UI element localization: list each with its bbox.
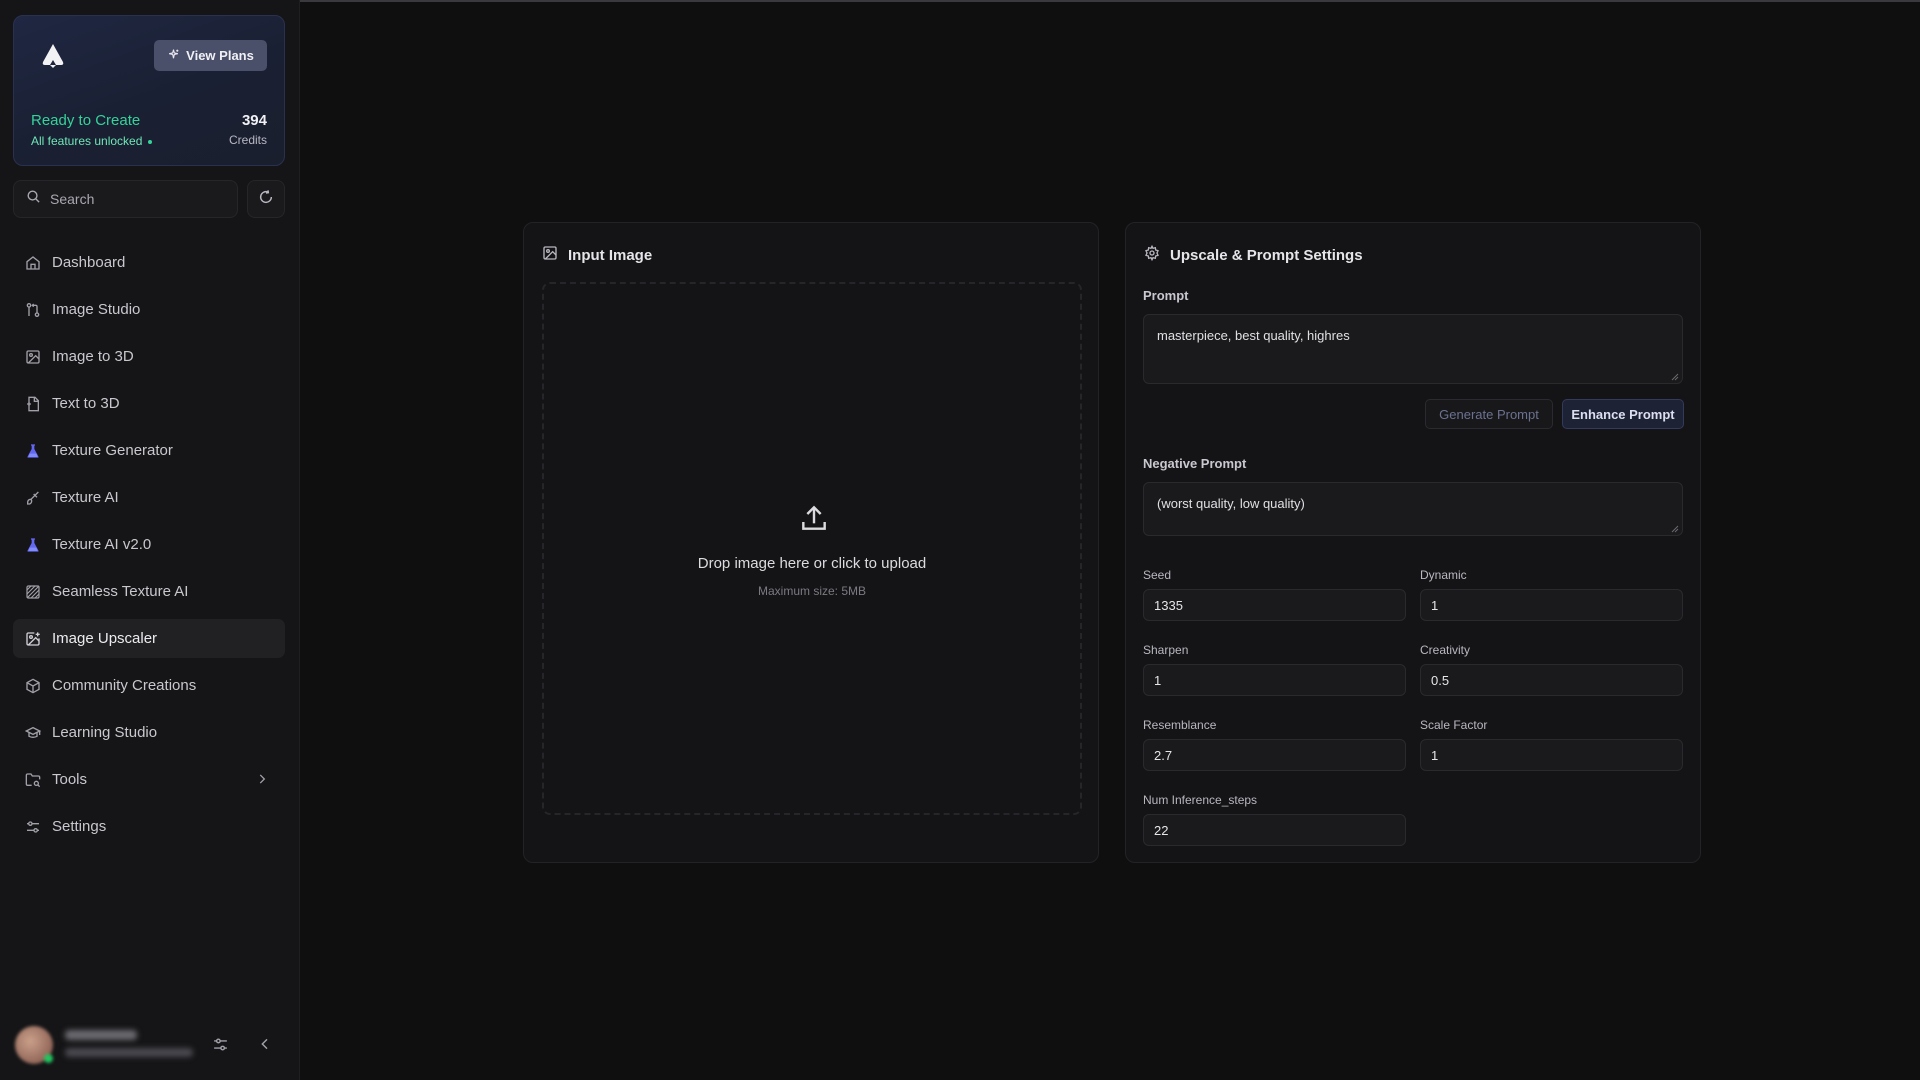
resize-grip-icon[interactable] xyxy=(1671,373,1679,381)
sidebar-item-tools[interactable]: Tools xyxy=(13,760,285,799)
sharpen-input[interactable] xyxy=(1143,664,1406,696)
upload-icon xyxy=(798,502,830,539)
resemblance-input[interactable] xyxy=(1143,739,1406,771)
dynamic-label: Dynamic xyxy=(1420,568,1467,582)
git-compare-icon xyxy=(25,302,41,318)
sidebar-item-label: Tools xyxy=(52,771,88,788)
sidebar-item-label: Settings xyxy=(52,818,107,835)
plan-card: View Plans Ready to Create All features … xyxy=(13,15,285,166)
sharpen-label: Sharpen xyxy=(1143,643,1189,657)
sidebar-item-image-studio[interactable]: Image Studio xyxy=(13,290,285,329)
settings-title-text: Upscale & Prompt Settings xyxy=(1170,246,1363,264)
enhance-prompt-button[interactable]: Enhance Prompt xyxy=(1562,399,1684,429)
sidebar-item-dashboard[interactable]: Dashboard xyxy=(13,243,285,282)
sidebar-item-label: Seamless Texture AI xyxy=(52,583,189,600)
sliders-icon xyxy=(25,819,41,835)
sidebar-item-seamless-texture-ai[interactable]: Seamless Texture AI xyxy=(13,572,285,611)
scale-factor-input[interactable] xyxy=(1420,739,1683,771)
refresh-icon xyxy=(258,189,274,210)
sidebar-item-label: Image to 3D xyxy=(52,348,134,365)
credits-label: Credits xyxy=(228,133,267,147)
settings-title: Upscale & Prompt Settings xyxy=(1144,244,1363,265)
credits-count: 394 xyxy=(241,112,267,129)
resemblance-label: Resemblance xyxy=(1143,718,1217,732)
view-plans-label: View Plans xyxy=(186,48,254,63)
dropzone-max-size: Maximum size: 5MB xyxy=(757,584,867,598)
sidebar-item-image-to-3d[interactable]: Image to 3D xyxy=(13,337,285,376)
search-box[interactable] xyxy=(13,180,238,218)
sidebar: View Plans Ready to Create All features … xyxy=(0,0,300,1080)
sidebar-item-label: Texture AI v2.0 xyxy=(52,536,152,553)
search-icon xyxy=(26,189,41,209)
sidebar-item-image-upscaler[interactable]: Image Upscaler xyxy=(13,619,285,658)
creativity-input[interactable] xyxy=(1420,664,1683,696)
dynamic-input[interactable] xyxy=(1420,589,1683,621)
sidebar-item-label: Image Upscaler xyxy=(52,630,158,647)
sidebar-item-label: Community Creations xyxy=(52,677,197,694)
sidebar-item-label: Text to 3D xyxy=(52,395,120,412)
image-plus-icon xyxy=(25,631,41,647)
sparkle-icon xyxy=(167,48,180,64)
flask-icon xyxy=(25,537,41,553)
user-profile[interactable] xyxy=(13,1022,285,1067)
sidebar-item-label: Image Studio xyxy=(52,301,141,318)
collapse-sidebar-icon[interactable] xyxy=(257,1036,273,1057)
image-icon xyxy=(542,245,558,265)
image-plus-icon xyxy=(25,349,41,365)
negative-prompt-label: Negative Prompt xyxy=(1143,456,1247,471)
flask-icon xyxy=(25,443,41,459)
sidebar-nav: Dashboard Image Studio Image to 3D Text … xyxy=(13,243,285,854)
sidebar-item-label: Learning Studio xyxy=(52,724,158,741)
scale-factor-label: Scale Factor xyxy=(1420,718,1488,732)
sidebar-item-label: Dashboard xyxy=(52,254,126,271)
box-icon xyxy=(25,678,41,694)
prompt-label: Prompt xyxy=(1143,288,1189,303)
sidebar-item-texture-generator[interactable]: Texture Generator xyxy=(13,431,285,470)
home-icon xyxy=(25,255,41,271)
avatar[interactable] xyxy=(15,1026,53,1064)
input-image-title-text: Input Image xyxy=(568,246,653,264)
prompt-textarea[interactable]: masterpiece, best quality, highres xyxy=(1143,314,1683,384)
sidebar-item-label: Texture Generator xyxy=(52,442,173,459)
image-dropzone[interactable]: Drop image here or click to upload Maxim… xyxy=(542,282,1082,815)
graduation-cap-icon xyxy=(25,725,41,741)
num-inference-steps-input[interactable] xyxy=(1143,814,1406,846)
input-image-panel: Input Image Drop image here or click to … xyxy=(523,222,1099,863)
view-plans-button[interactable]: View Plans xyxy=(154,40,267,71)
user-settings-icon[interactable] xyxy=(212,1036,229,1058)
creativity-label: Creativity xyxy=(1420,643,1471,657)
sidebar-item-texture-ai-v2[interactable]: Texture AI v2.0 xyxy=(13,525,285,564)
sidebar-item-community-creations[interactable]: Community Creations xyxy=(13,666,285,705)
search-input[interactable] xyxy=(50,191,230,207)
file-icon xyxy=(25,396,41,412)
user-email-redacted xyxy=(65,1048,193,1057)
num-inference-steps-label: Num Inference_steps xyxy=(1143,793,1258,807)
status-dot xyxy=(148,139,153,144)
negative-prompt-textarea[interactable]: (worst quality, low quality) xyxy=(1143,482,1683,536)
seed-label: Seed xyxy=(1143,568,1172,582)
chevron-right-icon[interactable] xyxy=(255,772,269,790)
plan-status-sub-text: All features unlocked xyxy=(31,134,143,148)
resize-grip-icon[interactable] xyxy=(1671,525,1679,533)
generate-prompt-button[interactable]: Generate Prompt xyxy=(1425,399,1553,429)
input-image-title: Input Image xyxy=(542,245,652,265)
sidebar-item-text-to-3d[interactable]: Text to 3D xyxy=(13,384,285,423)
sidebar-item-label: Texture AI xyxy=(52,489,119,506)
plan-status-sub: All features unlocked xyxy=(31,134,153,148)
plan-status-title: Ready to Create xyxy=(31,112,141,129)
upscale-settings-panel: Upscale & Prompt Settings Prompt masterp… xyxy=(1125,222,1701,863)
refresh-button[interactable] xyxy=(247,180,285,218)
gear-icon xyxy=(1144,244,1160,265)
sidebar-item-learning-studio[interactable]: Learning Studio xyxy=(13,713,285,752)
folder-search-icon xyxy=(25,772,41,788)
seed-input[interactable] xyxy=(1143,589,1406,621)
user-name-redacted xyxy=(65,1030,137,1040)
online-status-dot xyxy=(44,1054,53,1063)
texture-icon xyxy=(25,584,41,600)
sidebar-item-settings[interactable]: Settings xyxy=(13,807,285,846)
sidebar-item-texture-ai[interactable]: Texture AI xyxy=(13,478,285,517)
dropzone-text: Drop image here or click to upload xyxy=(697,555,927,572)
app-logo-icon[interactable] xyxy=(40,42,66,70)
brush-icon xyxy=(25,490,41,506)
